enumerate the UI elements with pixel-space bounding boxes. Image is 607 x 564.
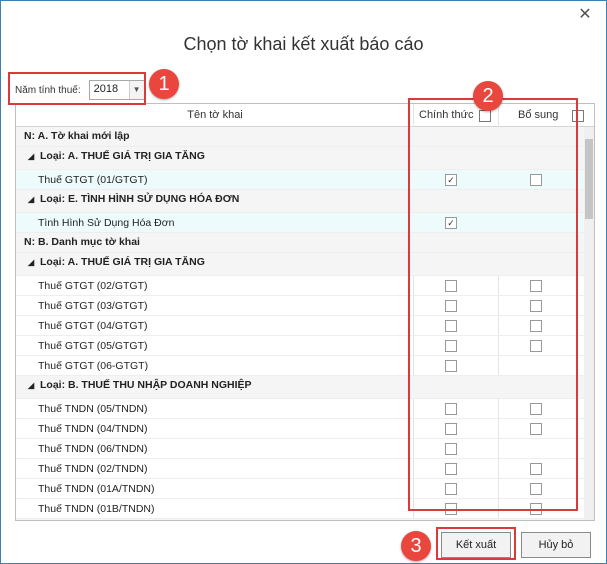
declaration-name: Thuế GTGT (06-GTGT) (38, 360, 149, 372)
dialog-title: Chọn tờ khai kết xuất báo cáo (183, 34, 424, 54)
section-label: Loại: A. THUẾ GIÁ TRỊ GIA TĂNG (40, 256, 205, 268)
cancel-button[interactable]: Hủy bỏ (521, 532, 591, 558)
declaration-name: Thuế GTGT (02/GTGT) (38, 280, 148, 292)
step-badge-3: 3 (401, 531, 431, 561)
section-label: Loại: A. THUẾ GIÁ TRỊ GIA TĂNG (40, 150, 205, 162)
declaration-name: Thuế GTGT (01/GTGT) (38, 174, 148, 186)
step-badge-1: 1 (149, 69, 179, 99)
group-label: N: A. Tờ khai mới lập (24, 130, 130, 142)
close-icon[interactable]: ✕ (575, 5, 595, 25)
declaration-name: Thuế TNDN (05/TNDN) (38, 403, 148, 415)
declaration-name: Thuế TNDN (01A/TNDN) (38, 483, 155, 495)
section-label: Loại: B. THUẾ THU NHẬP DOANH NGHIỆP (40, 379, 252, 391)
declaration-name: Thuế TNDN (02/TNDN) (38, 463, 148, 475)
declaration-name: Thuế GTGT (05/GTGT) (38, 340, 148, 352)
collapse-triangle-icon[interactable]: ◢ (28, 195, 34, 204)
section-row[interactable]: ◢Loại: C. THUẾ THU NHẬP CÁ NHÂN (16, 519, 584, 520)
collapse-triangle-icon[interactable]: ◢ (28, 381, 34, 390)
declaration-name: Thuế TNDN (01B/TNDN) (38, 503, 155, 515)
declaration-name: Thuế GTGT (03/GTGT) (38, 300, 148, 312)
declaration-name: Tình Hình Sử Dụng Hóa Đơn (38, 217, 175, 229)
dialog-window: ✕ Chọn tờ khai kết xuất báo cáo Năm tính… (0, 0, 607, 564)
collapse-triangle-icon[interactable]: ◢ (28, 152, 34, 161)
collapse-triangle-icon[interactable]: ◢ (28, 258, 34, 267)
highlight-box-year (8, 72, 146, 105)
scrollbar-thumb[interactable] (585, 139, 593, 219)
step-badge-2: 2 (473, 81, 503, 111)
highlight-box-columns (408, 98, 578, 511)
declaration-name: Thuế GTGT (04/GTGT) (38, 320, 148, 332)
group-label: N: B. Danh mục tờ khai (24, 236, 140, 248)
declaration-name: Thuế TNDN (06/TNDN) (38, 443, 148, 455)
header-name: Tên tờ khai (187, 109, 243, 121)
section-label: Loại: E. TÌNH HÌNH SỬ DỤNG HÓA ĐƠN (40, 193, 240, 205)
vertical-scrollbar[interactable] (584, 127, 594, 520)
declaration-name: Thuế TNDN (04/TNDN) (38, 423, 148, 435)
highlight-box-export (436, 527, 516, 560)
